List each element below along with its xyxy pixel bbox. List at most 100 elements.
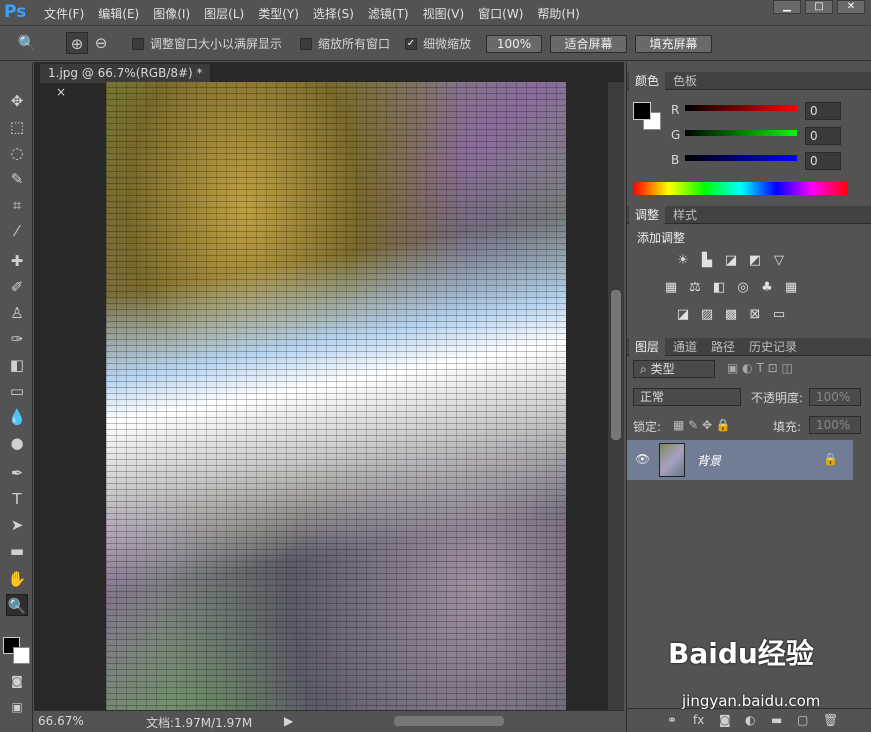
move-tool-icon[interactable]: ✥: [6, 90, 28, 112]
menu-type[interactable]: 类型(Y): [258, 5, 299, 22]
r-value[interactable]: 0: [805, 102, 841, 120]
menu-view[interactable]: 视图(V): [423, 5, 465, 22]
black-white-icon[interactable]: ◧: [711, 281, 727, 295]
color-spectrum-bar[interactable]: [633, 182, 848, 195]
document-close-icon[interactable]: ×: [56, 85, 66, 99]
crop-tool-icon[interactable]: ⌗: [6, 194, 28, 216]
g-slider[interactable]: [685, 130, 797, 136]
tab-color[interactable]: 颜色: [629, 72, 666, 90]
new-group-icon[interactable]: ▬: [771, 713, 782, 727]
layer-row-background[interactable]: 👁 背景 🔒: [627, 440, 853, 480]
quick-select-icon[interactable]: ✎: [6, 168, 28, 190]
horizontal-scroll-thumb[interactable]: [394, 716, 504, 726]
zoom-100-button[interactable]: 100%: [486, 35, 542, 53]
menu-window[interactable]: 窗口(W): [478, 5, 523, 22]
background-color-swatch[interactable]: [13, 647, 30, 664]
menu-file[interactable]: 文件(F): [44, 5, 84, 22]
menu-filter[interactable]: 滤镜(T): [368, 5, 409, 22]
maximize-button[interactable]: □: [805, 0, 833, 14]
tab-adjustments[interactable]: 调整: [629, 206, 666, 224]
g-value[interactable]: 0: [805, 127, 841, 145]
pen-tool-icon[interactable]: ✒: [6, 462, 28, 484]
tab-channels[interactable]: 通道: [667, 338, 703, 356]
tab-swatches[interactable]: 色板: [667, 72, 703, 90]
new-adjustment-icon[interactable]: ◐: [745, 713, 755, 727]
zoom-level[interactable]: 66.67%: [38, 714, 84, 728]
healing-brush-icon[interactable]: ✚: [6, 250, 28, 272]
scrubby-zoom-option[interactable]: ✓ 细微缩放: [405, 35, 471, 52]
add-mask-icon[interactable]: ◙: [719, 713, 731, 727]
zoom-tool-preset-icon[interactable]: 🔍: [16, 32, 38, 54]
marquee-tool-icon[interactable]: ⬚: [6, 116, 28, 138]
history-brush-icon[interactable]: ✑: [6, 328, 28, 350]
fill-field[interactable]: 100%: [809, 416, 861, 434]
layer-name[interactable]: 背景: [697, 452, 721, 469]
selective-color-icon[interactable]: ⊠: [747, 308, 763, 322]
gradient-map-icon[interactable]: ▭: [771, 308, 787, 322]
color-fg-swatch[interactable]: [633, 102, 651, 120]
document-tab[interactable]: 1.jpg @ 66.7%(RGB/8#) * ×: [40, 64, 210, 99]
r-slider[interactable]: [685, 105, 797, 111]
blend-mode-select[interactable]: 正常: [633, 388, 741, 406]
levels-icon[interactable]: ▙: [699, 254, 715, 268]
status-menu-arrow-icon[interactable]: ▶: [284, 714, 293, 728]
zoom-all-checkbox[interactable]: [300, 37, 312, 50]
link-layers-icon[interactable]: ⚭: [667, 713, 677, 727]
new-layer-icon[interactable]: ▢: [797, 713, 808, 727]
menu-select[interactable]: 选择(S): [313, 5, 354, 22]
fill-screen-button[interactable]: 填充屏幕: [635, 35, 712, 53]
menu-image[interactable]: 图像(I): [153, 5, 190, 22]
scrubby-zoom-checkbox[interactable]: ✓: [405, 37, 417, 50]
visibility-eye-icon[interactable]: 👁: [635, 452, 650, 466]
blur-tool-icon[interactable]: 💧: [6, 406, 28, 428]
quick-mask-icon[interactable]: ◙: [6, 670, 28, 692]
fit-screen-button[interactable]: 适合屏幕: [550, 35, 627, 53]
menu-edit[interactable]: 编辑(E): [98, 5, 139, 22]
b-slider[interactable]: [685, 155, 797, 161]
b-value[interactable]: 0: [805, 152, 841, 170]
vertical-scrollbar[interactable]: [608, 82, 624, 712]
eyedropper-icon[interactable]: ⁄: [6, 220, 28, 242]
image-canvas[interactable]: [106, 82, 566, 712]
menu-help[interactable]: 帮助(H): [537, 5, 579, 22]
color-lookup-icon[interactable]: ▦: [783, 281, 799, 295]
layer-filter-icons[interactable]: ▣ ◐ T ⊡ ◫: [727, 361, 793, 375]
opacity-field[interactable]: 100%: [809, 388, 861, 406]
tab-layers[interactable]: 图层: [629, 338, 666, 356]
resize-windows-checkbox[interactable]: [132, 37, 144, 50]
channel-mixer-icon[interactable]: ♣: [759, 281, 775, 295]
clone-stamp-icon[interactable]: ♙: [6, 302, 28, 324]
layer-filter-select[interactable]: ⌕ 类型: [633, 360, 715, 378]
lasso-tool-icon[interactable]: ◌: [6, 142, 28, 164]
vibrance-icon[interactable]: ▽: [771, 254, 787, 268]
color-balance-icon[interactable]: ⚖: [687, 281, 703, 295]
curves-icon[interactable]: ◪: [723, 254, 739, 268]
hue-saturation-icon[interactable]: ▦: [663, 281, 679, 295]
zoom-all-option[interactable]: 缩放所有窗口: [300, 35, 390, 52]
dodge-tool-icon[interactable]: ●: [6, 432, 28, 454]
type-tool-icon[interactable]: T: [6, 488, 28, 510]
exposure-icon[interactable]: ◩: [747, 254, 763, 268]
brightness-icon[interactable]: ☀: [675, 254, 691, 268]
hand-tool-icon[interactable]: ✋: [6, 568, 28, 590]
posterize-icon[interactable]: ▨: [699, 308, 715, 322]
zoom-in-icon[interactable]: ⊕: [66, 32, 88, 54]
zoom-tool-icon[interactable]: 🔍: [6, 594, 28, 616]
tab-history[interactable]: 历史记录: [743, 338, 803, 356]
menu-layer[interactable]: 图层(L): [204, 5, 244, 22]
eraser-icon[interactable]: ◧: [6, 354, 28, 376]
delete-layer-icon[interactable]: 🗑: [823, 713, 838, 727]
vertical-scroll-thumb[interactable]: [611, 290, 621, 440]
minimize-button[interactable]: ▁: [773, 0, 801, 14]
close-button[interactable]: ✕: [837, 0, 865, 14]
path-select-icon[interactable]: ➤: [6, 514, 28, 536]
gradient-icon[interactable]: ▭: [6, 380, 28, 402]
zoom-out-icon[interactable]: ⊖: [90, 32, 112, 54]
shape-tool-icon[interactable]: ▬: [6, 540, 28, 562]
screen-mode-icon[interactable]: ▣: [6, 696, 28, 718]
brush-tool-icon[interactable]: ✐: [6, 276, 28, 298]
fx-icon[interactable]: fx: [693, 713, 704, 727]
lock-icons[interactable]: ▦ ✎ ✥ 🔒: [673, 418, 731, 432]
invert-icon[interactable]: ◪: [675, 308, 691, 322]
threshold-icon[interactable]: ▩: [723, 308, 739, 322]
